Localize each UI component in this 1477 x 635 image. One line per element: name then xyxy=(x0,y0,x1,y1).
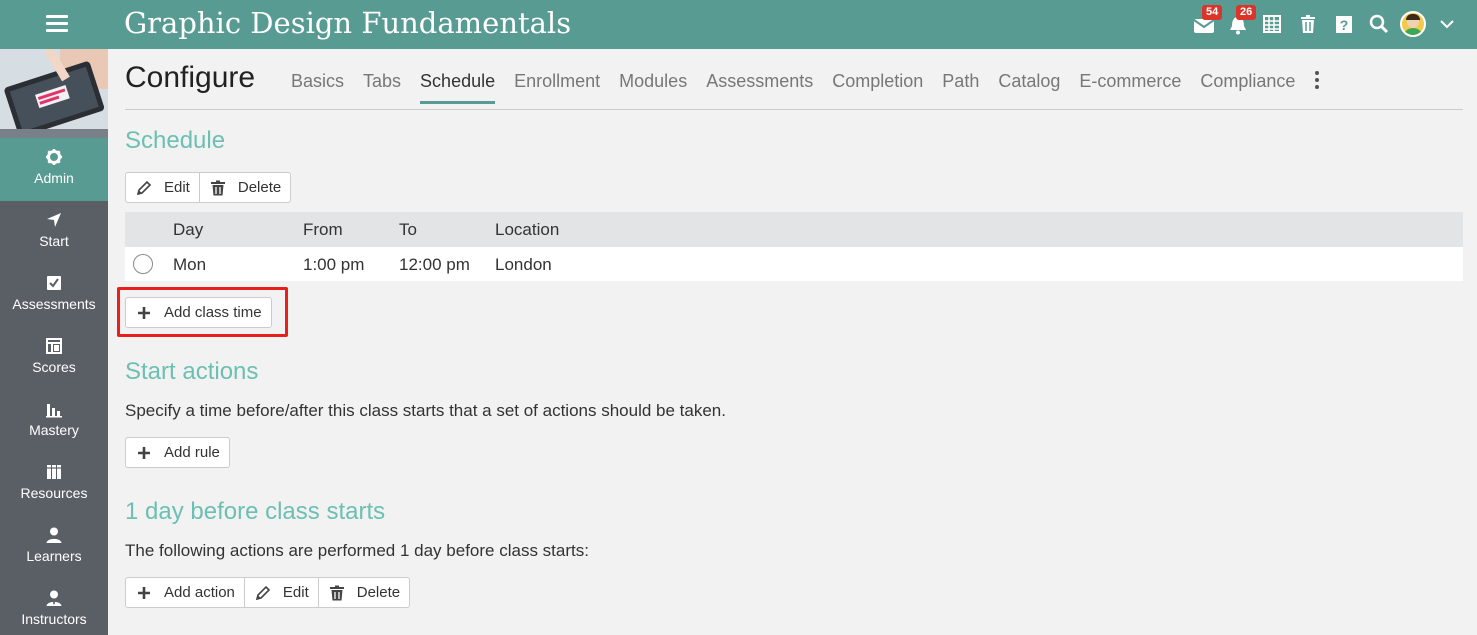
app-title: Graphic Design Fundamentals xyxy=(124,6,572,40)
tab-tabs[interactable]: Tabs xyxy=(363,71,401,104)
tab-divider xyxy=(125,109,1463,110)
sidebar-item-label: Admin xyxy=(34,170,74,186)
page-title: Configure xyxy=(125,61,256,94)
edit-button[interactable]: Edit xyxy=(243,578,318,607)
add-class-time-group: Add class time xyxy=(125,297,272,328)
gear-icon xyxy=(46,149,62,165)
sidebar-item-label: Start xyxy=(39,233,69,249)
plus-icon xyxy=(138,306,150,319)
tab-assessments[interactable]: Assessments xyxy=(706,71,813,104)
books-icon xyxy=(47,465,61,479)
bar-chart-icon xyxy=(46,404,62,418)
help-icon[interactable]: ? xyxy=(1334,14,1356,36)
column-header-to: To xyxy=(399,220,417,239)
person-icon xyxy=(46,527,62,543)
row-select-radio[interactable] xyxy=(133,254,153,274)
table-row[interactable]: Mon 1:00 pm 12:00 pm London xyxy=(125,247,1463,281)
start-actions-description: Specify a time before/after this class s… xyxy=(125,401,726,420)
add-rule-button[interactable]: Add rule xyxy=(126,438,229,467)
add-action-button[interactable]: Add action xyxy=(126,578,244,607)
plus-icon xyxy=(138,446,150,459)
tab-modules[interactable]: Modules xyxy=(619,71,687,104)
calendar-icon[interactable] xyxy=(1262,14,1284,36)
cell-location: London xyxy=(495,255,552,274)
edit-button[interactable]: Edit xyxy=(126,173,199,202)
tab-completion[interactable]: Completion xyxy=(832,71,923,104)
schedule-section-title: Schedule xyxy=(125,127,226,154)
start-actions-title: Start actions xyxy=(125,358,259,385)
more-tabs-icon[interactable] xyxy=(1314,71,1320,91)
sidebar-item-assessments[interactable]: Assessments xyxy=(0,264,108,327)
messages-icon[interactable]: 54 xyxy=(1193,5,1223,36)
tab-catalog[interactable]: Catalog xyxy=(998,71,1060,104)
sidebar-item-admin[interactable]: Admin xyxy=(0,138,108,201)
instructor-icon xyxy=(46,590,62,606)
checkbox-icon xyxy=(47,276,61,290)
sidebar-item-label: Instructors xyxy=(21,611,87,627)
trash-icon xyxy=(329,585,344,600)
table-header: Day From To Location xyxy=(125,212,1463,247)
sidebar-item-instructors[interactable]: Instructors xyxy=(0,579,108,635)
sidebar-item-start[interactable]: Start xyxy=(0,201,108,264)
sidebar-item-label: Resources xyxy=(20,485,88,501)
notifications-badge: 26 xyxy=(1236,5,1257,20)
sidebar-item-scores[interactable]: Scores xyxy=(0,327,108,390)
chevron-down-icon[interactable] xyxy=(1438,15,1460,37)
cell-to: 12:00 pm xyxy=(399,255,470,274)
user-avatar[interactable] xyxy=(1400,11,1426,37)
sidebar-item-resources[interactable]: Resources xyxy=(0,453,108,516)
sidebar-item-label: Scores xyxy=(32,359,76,375)
column-header-from: From xyxy=(303,220,343,239)
cell-day: Mon xyxy=(173,255,207,274)
rule-description: The following actions are performed 1 da… xyxy=(125,541,589,560)
tab-basics[interactable]: Basics xyxy=(291,71,344,104)
svg-text:?: ? xyxy=(1340,17,1349,33)
hamburger-menu-icon[interactable] xyxy=(46,15,68,33)
schedule-toolbar: Edit Delete xyxy=(125,172,292,203)
config-tabs: Basics Tabs Schedule Enrollment Modules Asses… xyxy=(291,71,1320,104)
sidebar-item-label: Learners xyxy=(26,548,82,564)
messages-badge: 54 xyxy=(1202,5,1223,20)
delete-button[interactable]: Delete xyxy=(317,578,409,607)
schedule-table: Day From To Location Mon 1:00 pm 12:00 p… xyxy=(125,212,1463,281)
column-header-day: Day xyxy=(173,220,204,239)
tab-compliance[interactable]: Compliance xyxy=(1200,71,1295,104)
rule-toolbar: Add action Edit Delete xyxy=(125,577,411,608)
trash-icon xyxy=(210,180,225,195)
column-header-location: Location xyxy=(495,220,560,239)
pencil-icon xyxy=(136,180,152,195)
top-bar: Graphic Design Fundamentals 54 26 ? xyxy=(0,0,1477,49)
tab-path[interactable]: Path xyxy=(942,71,979,104)
delete-button[interactable]: Delete xyxy=(198,173,290,202)
location-arrow-icon xyxy=(47,213,61,227)
rule-title: 1 day before class starts xyxy=(125,498,386,525)
sidebar-item-label: Mastery xyxy=(29,422,79,438)
plus-icon xyxy=(138,586,150,599)
sidebar-item-label: Assessments xyxy=(12,296,96,312)
add-class-time-button[interactable]: Add class time xyxy=(126,298,271,327)
sidebar-item-mastery[interactable]: Mastery xyxy=(0,390,108,453)
tab-schedule[interactable]: Schedule xyxy=(420,71,496,104)
sidebar: Admin Start Assessments Scores Mastery R… xyxy=(0,49,108,635)
bell-icon[interactable]: 26 xyxy=(1227,5,1257,36)
pencil-icon xyxy=(255,585,271,600)
cell-from: 1:00 pm xyxy=(303,255,365,274)
tab-enrollment[interactable]: Enrollment xyxy=(514,71,600,104)
course-thumbnail xyxy=(0,49,108,129)
gradebook-icon xyxy=(46,338,62,354)
sidebar-item-learners[interactable]: Learners xyxy=(0,516,108,579)
tab-e-commerce[interactable]: E-commerce xyxy=(1079,71,1181,104)
search-icon[interactable] xyxy=(1369,14,1391,36)
add-rule-group: Add rule xyxy=(125,437,230,468)
trash-icon[interactable] xyxy=(1298,14,1320,36)
